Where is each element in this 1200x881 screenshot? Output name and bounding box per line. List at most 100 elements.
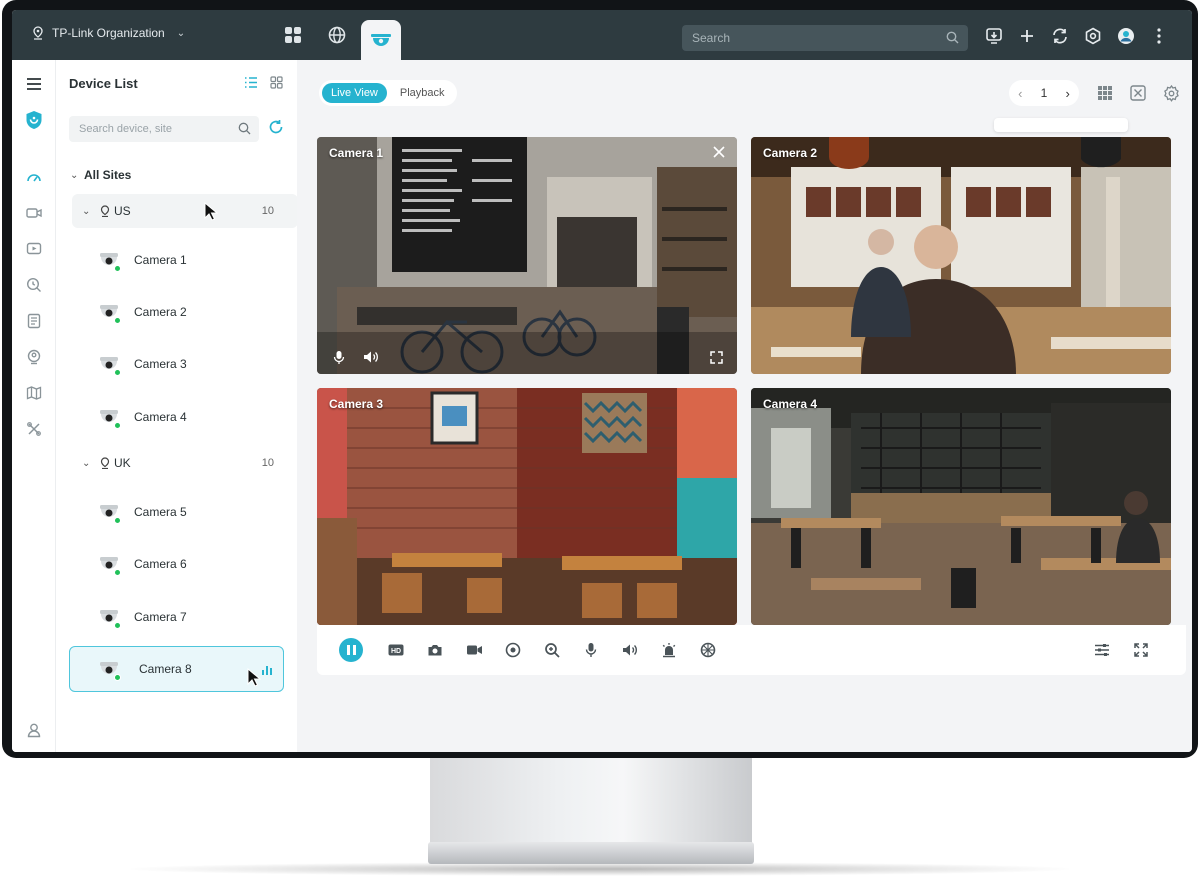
online-status-dot <box>114 422 121 429</box>
all-sites-label: All Sites <box>84 168 132 182</box>
dome-camera-icon <box>98 406 121 429</box>
camera-tile[interactable]: Camera 3 <box>317 388 737 625</box>
close-all-icon[interactable] <box>1128 83 1148 103</box>
grid-layout-icon[interactable] <box>1095 83 1115 103</box>
tree-site-uk[interactable]: ⌄ UK 10 <box>72 446 298 480</box>
camera-list-item[interactable]: Camera 3 <box>98 347 298 381</box>
fisheye-icon[interactable] <box>698 640 718 660</box>
location-pin-icon <box>100 205 110 217</box>
camera-name: Camera 7 <box>134 610 187 624</box>
monitor-shadow <box>130 862 1070 876</box>
camera-name: Camera 5 <box>134 505 187 519</box>
close-icon[interactable] <box>713 145 725 163</box>
live-view-area: Live View Playback ‹ 1 › Camera 1 Camera… <box>297 60 1192 752</box>
device-search-input[interactable]: Search device, site <box>69 116 259 142</box>
online-status-dot <box>114 622 121 629</box>
camera-tile-label: Camera 1 <box>329 146 384 160</box>
camera-list-item[interactable]: Camera 6 <box>98 547 298 581</box>
camera-name: Camera 3 <box>134 357 187 371</box>
gear-icon[interactable] <box>1161 83 1181 103</box>
chevron-down-icon: ⌄ <box>176 27 186 39</box>
account-icon[interactable] <box>24 720 44 740</box>
list-view-icon[interactable] <box>244 76 258 94</box>
dome-camera-icon <box>98 301 121 324</box>
map-icon[interactable] <box>24 383 44 403</box>
camera-list-item[interactable]: Camera 2 <box>98 295 298 329</box>
ptz-icon[interactable] <box>503 640 523 660</box>
device-list-title: Device List <box>69 76 138 91</box>
camera-tile-label: Camera 4 <box>763 397 818 411</box>
camera-name: Camera 2 <box>134 305 187 319</box>
shield-logo-icon[interactable] <box>24 110 44 130</box>
tab-playback[interactable]: Playback <box>391 83 454 103</box>
chevron-right-icon[interactable]: › <box>1066 86 1070 101</box>
pause-button[interactable] <box>339 638 363 662</box>
tree-all-sites[interactable]: ⌄ All Sites <box>70 158 296 192</box>
log-icon[interactable] <box>24 311 44 331</box>
signal-bars-icon[interactable] <box>261 663 273 681</box>
camera-list-item[interactable]: Camera 5 <box>98 495 298 529</box>
hamburger-menu-icon[interactable] <box>24 74 44 94</box>
search-icon <box>238 122 251 138</box>
dashboard-icon[interactable] <box>24 167 44 187</box>
site-camera-count: 10 <box>261 457 274 469</box>
camera-list-item[interactable]: Camera 1 <box>98 243 298 277</box>
sync-icon[interactable] <box>1050 26 1070 46</box>
zoom-icon[interactable] <box>542 640 562 660</box>
view-mode-toggle <box>244 76 283 94</box>
dome-camera-icon <box>98 553 121 576</box>
camera-tile[interactable]: Camera 4 <box>751 388 1171 625</box>
chevron-down-icon: ⌄ <box>82 457 91 469</box>
download-monitor-icon[interactable] <box>984 26 1004 46</box>
layout-popover <box>994 118 1128 132</box>
playback-icon[interactable] <box>24 239 44 259</box>
page-navigator: ‹ 1 › <box>1009 80 1079 106</box>
tools-icon[interactable] <box>24 419 44 439</box>
monitor-stand-neck <box>430 758 752 848</box>
speaker-icon[interactable] <box>620 640 640 660</box>
dashboard-apps-icon[interactable] <box>282 24 304 46</box>
camera-list-item[interactable]: Camera 4 <box>98 400 298 434</box>
snapshot-icon[interactable] <box>425 640 445 660</box>
chevron-left-icon[interactable]: ‹ <box>1018 86 1022 101</box>
settings-hex-icon[interactable] <box>1083 26 1103 46</box>
location-pin-icon <box>33 26 43 40</box>
fullscreen-icon[interactable] <box>710 351 723 369</box>
tab-live-view[interactable]: Live View <box>322 83 387 103</box>
camera-tile-label: Camera 2 <box>763 146 818 160</box>
hd-icon[interactable]: HD <box>386 640 406 660</box>
search-history-icon[interactable] <box>24 275 44 295</box>
avatar[interactable] <box>1116 26 1136 46</box>
camera-tile[interactable]: Camera 1 <box>317 137 737 374</box>
refresh-icon[interactable] <box>268 119 284 140</box>
global-search-placeholder: Search <box>692 31 731 45</box>
devices-icon[interactable] <box>24 203 44 223</box>
speaker-icon[interactable] <box>363 350 379 369</box>
camera-list-item[interactable]: Camera 7 <box>98 600 298 634</box>
record-icon[interactable] <box>464 640 484 660</box>
global-search-input[interactable]: Search <box>682 25 968 51</box>
adjust-sliders-icon[interactable] <box>1092 640 1112 660</box>
page-number: 1 <box>1040 86 1048 100</box>
dome-camera-icon <box>98 606 121 629</box>
alarm-icon[interactable] <box>659 640 679 660</box>
globe-icon[interactable] <box>326 24 348 46</box>
microphone-icon[interactable] <box>581 640 601 660</box>
online-status-dot <box>114 265 121 272</box>
grid-view-icon[interactable] <box>270 76 283 94</box>
device-search-placeholder: Search device, site <box>79 123 172 135</box>
microphone-icon[interactable] <box>333 350 345 370</box>
organization-selector[interactable]: TP-Link Organization ⌄ <box>32 26 185 40</box>
tree-site-us[interactable]: ⌄ US 10 <box>72 194 298 228</box>
fullscreen-icon[interactable] <box>1131 640 1151 660</box>
surveillance-tab-icon[interactable] <box>361 20 401 60</box>
add-icon[interactable] <box>1017 26 1037 46</box>
monitor-stand-base <box>428 842 754 864</box>
view-tabs: Live View Playback <box>319 80 457 106</box>
user-location-icon[interactable] <box>24 347 44 367</box>
online-status-dot <box>114 317 121 324</box>
camera-tile[interactable]: Camera 2 <box>751 137 1171 374</box>
more-options-icon[interactable] <box>1149 26 1169 46</box>
online-status-dot <box>114 674 121 681</box>
mouse-cursor-icon <box>247 668 261 687</box>
